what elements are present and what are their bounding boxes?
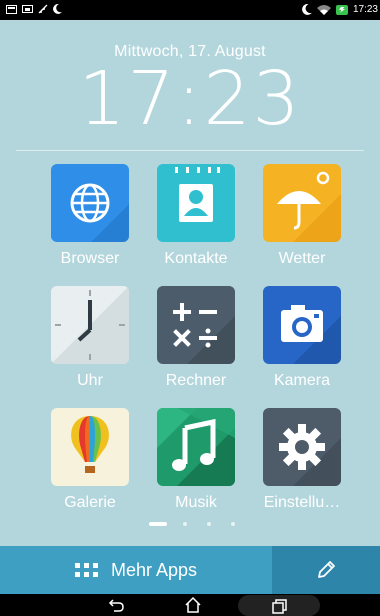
app-kamera[interactable]: Kamera [247, 286, 357, 390]
app-einstellungen[interactable]: Einstellu… [247, 408, 357, 512]
more-apps-label: Mehr Apps [110, 559, 198, 580]
alarm-icon [38, 4, 48, 14]
app-galerie[interactable]: Galerie [35, 408, 145, 512]
status-bar: 17:23 [0, 0, 380, 20]
app-label: Musik [175, 494, 217, 511]
page-indicator [0, 522, 380, 528]
gear-icon [263, 408, 341, 486]
apps-grid-icon [74, 563, 99, 577]
clock-widget[interactable]: 17:23 [0, 54, 380, 144]
calculator-icon [157, 286, 235, 364]
page-dot[interactable] [231, 522, 235, 526]
dock: Mehr Apps [0, 546, 380, 594]
pencil-icon [318, 561, 335, 578]
wifi-icon [316, 4, 331, 15]
notification-icon [6, 4, 17, 14]
more-apps-button[interactable]: Mehr Apps [0, 546, 272, 594]
app-label: Browser [60, 250, 120, 267]
status-left-icons [6, 4, 62, 14]
battery-charging-icon [335, 4, 348, 15]
app-label: Rechner [165, 372, 227, 389]
app-label: Uhr [77, 372, 103, 389]
moon-icon [302, 4, 312, 15]
clock-icon [51, 286, 129, 364]
page-dot-active[interactable] [149, 522, 167, 526]
status-right-icons: 17:23 [302, 4, 378, 15]
globe-icon [51, 164, 129, 242]
page-dot[interactable] [183, 522, 187, 526]
moon-icon [53, 4, 62, 14]
app-label: Galerie [64, 494, 116, 511]
recent-apps-button[interactable] [238, 595, 320, 616]
camera-icon [263, 286, 341, 364]
home-screen: 17:23 Mittwoch, 17. August 17:23 Browser [0, 0, 380, 616]
navigation-bar [0, 594, 380, 616]
app-label: Einstellu… [263, 494, 341, 511]
app-label: Kontakte [164, 250, 228, 267]
app-rechner[interactable]: Rechner [141, 286, 251, 390]
app-wetter[interactable]: Wetter [247, 164, 357, 268]
balloon-icon [51, 408, 129, 486]
cast-icon [22, 4, 33, 13]
back-icon[interactable] [108, 596, 126, 614]
app-label: Wetter [278, 250, 326, 267]
app-uhr[interactable]: Uhr [35, 286, 145, 390]
person-icon [157, 164, 235, 242]
app-musik[interactable]: Musik [141, 408, 251, 512]
edit-button[interactable] [272, 546, 380, 594]
home-icon[interactable] [184, 596, 202, 614]
app-label: Kamera [273, 372, 331, 389]
music-note-icon [157, 408, 235, 486]
status-time: 17:23 [352, 4, 378, 15]
app-kontakte[interactable]: Kontakte [141, 164, 251, 268]
umbrella-sun-icon [263, 164, 341, 242]
app-browser[interactable]: Browser [35, 164, 145, 268]
recent-apps-icon [272, 599, 287, 614]
page-dot[interactable] [207, 522, 211, 526]
divider [16, 150, 364, 151]
